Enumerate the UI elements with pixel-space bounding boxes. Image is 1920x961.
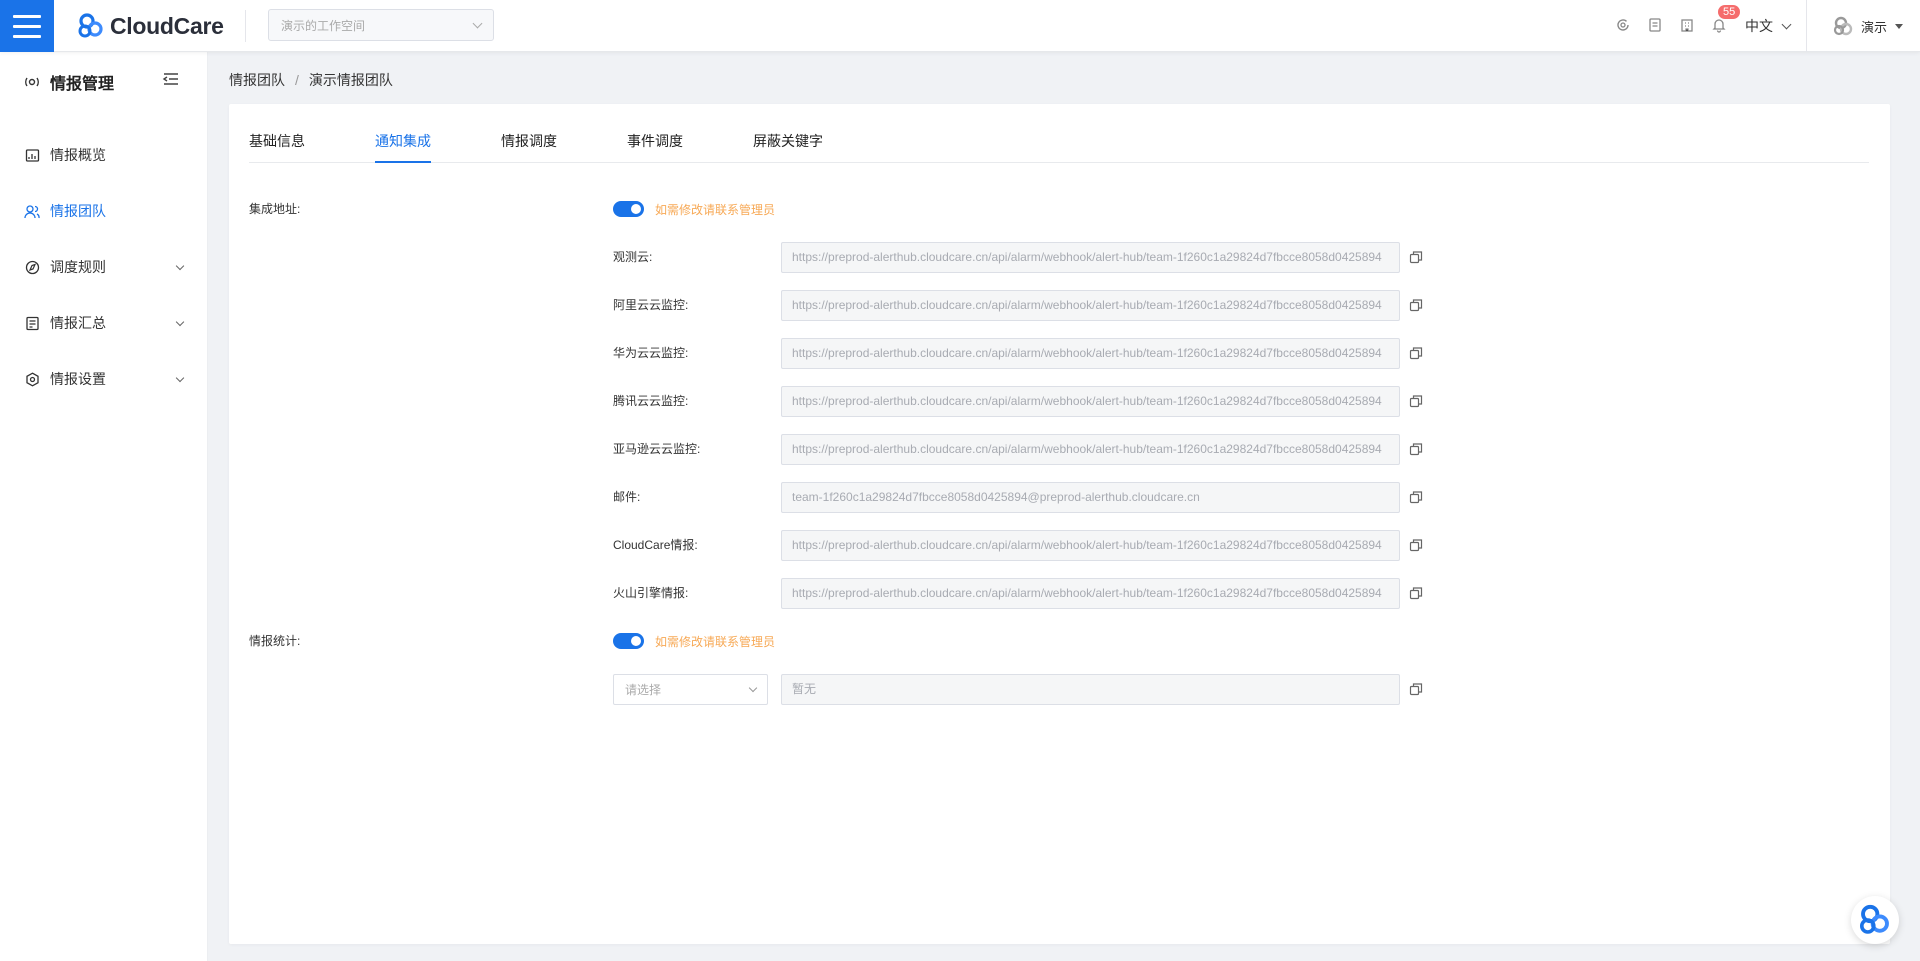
caret-down-icon xyxy=(1895,23,1904,29)
breadcrumb-item-current: 演示情报团队 xyxy=(308,72,393,88)
integration-address-label: 集成地址: xyxy=(249,202,301,216)
statistics-select[interactable]: 请选择 xyxy=(613,674,768,705)
integration-toggle[interactable] xyxy=(613,201,644,217)
integration-url-input[interactable]: https://preprod-alerthub.cloudcare.cn/ap… xyxy=(781,242,1400,273)
sidebar-item-overview[interactable]: 情报概览 xyxy=(0,135,207,175)
settings-icon xyxy=(24,371,40,387)
copy-icon[interactable] xyxy=(1409,250,1423,264)
sidebar-title: 情报管理 xyxy=(24,67,114,97)
integration-row-label: 腾讯云云监控: xyxy=(613,394,689,408)
sidebar: 情报管理 情报概览 情报团队 调度规则 情报汇总 情报设置 xyxy=(0,52,208,961)
sidebar-item-label: 情报设置 xyxy=(50,371,106,387)
brand-logo[interactable]: CloudCare xyxy=(76,10,224,42)
tab-event-dispatch[interactable]: 事件调度 xyxy=(627,131,683,163)
tab-blocked-keywords[interactable]: 屏蔽关键字 xyxy=(753,131,823,163)
user-menu[interactable]: 演示 xyxy=(1831,14,1904,38)
cloudcare-logo-icon xyxy=(78,13,103,38)
integration-row-label: 火山引擎情报: xyxy=(613,586,689,600)
copy-icon[interactable] xyxy=(1409,442,1423,456)
tab-basic-info[interactable]: 基础信息 xyxy=(249,131,305,163)
sidebar-item-summary[interactable]: 情报汇总 xyxy=(0,303,207,343)
menu-toggle-button[interactable] xyxy=(0,0,54,52)
copy-icon[interactable] xyxy=(1409,538,1423,552)
team-icon xyxy=(24,203,40,219)
copy-icon[interactable] xyxy=(1409,298,1423,312)
copy-icon[interactable] xyxy=(1409,682,1423,696)
statistics-hint: 如需修改请联系管理员 xyxy=(655,635,776,649)
integration-url-input[interactable]: https://preprod-alerthub.cloudcare.cn/ap… xyxy=(781,434,1400,465)
main-card: 基础信息 通知集成 情报调度 事件调度 屏蔽关键字 集成地址: 如需修改请联系管… xyxy=(229,104,1890,944)
statistics-toggle[interactable] xyxy=(613,633,644,649)
sidebar-item-label: 情报团队 xyxy=(50,203,106,219)
integration-row-label: CloudCare情报: xyxy=(613,538,698,552)
integration-url-input[interactable]: https://preprod-alerthub.cloudcare.cn/ap… xyxy=(781,338,1400,369)
chevron-down-icon xyxy=(1781,19,1792,29)
schedule-icon xyxy=(24,259,40,275)
workspace-select[interactable]: 演示的工作空间 xyxy=(268,9,494,41)
brand-name: CloudCare xyxy=(110,12,224,39)
tab-bar: 基础信息 通知集成 情报调度 事件调度 屏蔽关键字 xyxy=(249,104,1869,163)
top-header: CloudCare 演示的工作空间 55 中文 演示 xyxy=(0,0,1920,52)
collapse-sidebar-button[interactable] xyxy=(162,70,180,88)
summary-icon xyxy=(24,315,40,331)
sidebar-item-team[interactable]: 情报团队 xyxy=(0,191,207,231)
menu-icon xyxy=(13,14,41,18)
intel-icon xyxy=(25,77,39,87)
assistant-float-button[interactable] xyxy=(1851,896,1899,944)
chevron-down-icon xyxy=(748,683,758,693)
chevron-down-icon xyxy=(175,261,185,271)
integration-url-input[interactable]: https://preprod-alerthub.cloudcare.cn/ap… xyxy=(781,578,1400,609)
chevron-down-icon xyxy=(175,373,185,383)
tab-notification-integration[interactable]: 通知集成 xyxy=(375,131,431,163)
breadcrumb-item-team[interactable]: 情报团队 xyxy=(229,70,285,90)
document-icon[interactable] xyxy=(1646,16,1664,34)
header-divider xyxy=(245,10,246,42)
chevron-down-icon xyxy=(175,317,185,327)
sidebar-item-label: 情报汇总 xyxy=(50,315,106,331)
sidebar-item-settings[interactable]: 情报设置 xyxy=(0,359,207,399)
sidebar-item-schedule-rules[interactable]: 调度规则 xyxy=(0,247,207,287)
integration-email-input[interactable]: team-1f260c1a29824d7fbcce8058d0425894@pr… xyxy=(781,482,1400,513)
integration-row-label: 华为云云监控: xyxy=(613,346,689,360)
language-label: 中文 xyxy=(1745,18,1773,34)
sidebar-title-label: 情报管理 xyxy=(50,76,115,93)
copy-icon[interactable] xyxy=(1409,394,1423,408)
integration-row-label: 邮件: xyxy=(613,490,641,504)
statistics-select-placeholder: 请选择 xyxy=(625,683,662,697)
copy-icon[interactable] xyxy=(1409,586,1423,600)
breadcrumb-separator: / xyxy=(295,72,299,88)
overview-icon xyxy=(24,147,40,163)
refresh-icon[interactable] xyxy=(1614,16,1632,34)
integration-url-input[interactable]: https://preprod-alerthub.cloudcare.cn/ap… xyxy=(781,386,1400,417)
statistics-value-input[interactable]: 暂无 xyxy=(781,674,1400,705)
cloudcare-logo-icon xyxy=(1860,904,1889,934)
collapse-icon xyxy=(162,73,178,85)
chevron-down-icon xyxy=(472,18,483,28)
copy-icon[interactable] xyxy=(1409,346,1423,360)
workspace-select-value: 演示的工作空间 xyxy=(281,18,366,33)
integration-hint: 如需修改请联系管理员 xyxy=(655,203,776,217)
user-name: 演示 xyxy=(1861,19,1888,35)
building-icon[interactable] xyxy=(1678,16,1696,34)
copy-icon[interactable] xyxy=(1409,490,1423,504)
integration-url-input[interactable]: https://preprod-alerthub.cloudcare.cn/ap… xyxy=(781,530,1400,561)
header-divider xyxy=(1806,0,1807,52)
sidebar-item-label: 调度规则 xyxy=(50,259,106,275)
sidebar-item-label: 情报概览 xyxy=(50,147,106,163)
avatar-icon xyxy=(1833,16,1853,36)
integration-row-label: 亚马逊云云监控: xyxy=(613,442,701,456)
statistics-label: 情报统计: xyxy=(249,634,301,648)
breadcrumb: 情报团队 / 演示情报团队 xyxy=(229,70,393,90)
tab-intel-dispatch[interactable]: 情报调度 xyxy=(501,131,557,163)
integration-url-input[interactable]: https://preprod-alerthub.cloudcare.cn/ap… xyxy=(781,290,1400,321)
integration-row-label: 观测云: xyxy=(613,250,653,264)
language-select[interactable]: 中文 xyxy=(1745,16,1792,36)
notification-badge: 55 xyxy=(1718,5,1741,19)
integration-row-label: 阿里云云监控: xyxy=(613,298,689,312)
